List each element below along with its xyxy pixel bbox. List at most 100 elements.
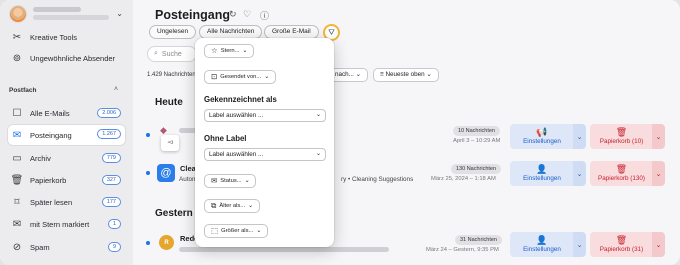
message-count: 1.429 Nachrichten xyxy=(147,72,196,78)
filter-aelter-als[interactable]: ⧉ Älter als... ⌄ xyxy=(204,199,260,213)
reply-icon[interactable]: ◅ xyxy=(161,135,179,151)
trash-icon: 🗑 xyxy=(615,164,628,174)
app-window: ⌄ ✂ Kreative Tools ⊚ Ungewöhnliche Absen… xyxy=(0,0,680,265)
settings-menu-chevron[interactable]: ⌄ xyxy=(573,232,586,257)
sidebar-item-label: Posteingang xyxy=(30,130,72,140)
chip-grosse-email[interactable]: Große E-Mail xyxy=(264,25,319,39)
sidebar-item-label: mit Stern markiert xyxy=(30,220,90,229)
page-title: Posteingang xyxy=(155,8,231,22)
sender-avatar: R xyxy=(159,235,174,250)
filter-status-label: Status... xyxy=(220,178,242,184)
search-placeholder: Suche xyxy=(161,50,182,58)
chip-alle-nachrichten[interactable]: Alle Nachrichten xyxy=(199,25,263,39)
select-ohne-label[interactable]: Label auswählen ... ⌄ xyxy=(204,148,326,161)
sidebar-item-label: Archiv xyxy=(30,154,51,163)
sidebar-item-spam[interactable]: ⊘ Spam 9 xyxy=(8,238,125,257)
sidebar-item-label: Papierkorb xyxy=(30,176,67,185)
sidebar-item-label: Später lesen xyxy=(30,198,73,207)
sender-icon: ⊚ xyxy=(12,53,22,64)
search-icon: ⌕ xyxy=(154,50,158,57)
thread-count-badge: 130 Nachrichten xyxy=(451,164,502,174)
sidebar: ⌄ ✂ Kreative Tools ⊚ Ungewöhnliche Absen… xyxy=(0,0,133,265)
refresh-icon[interactable]: ↻ xyxy=(229,9,237,20)
filter-gesendet-von[interactable]: ⊡ Gesendet von... ⌄ xyxy=(204,70,277,84)
trash-button-label: Papierkorb (10) xyxy=(599,138,644,145)
archive-icon: ▭ xyxy=(12,153,22,164)
sidebar-item-papierkorb[interactable]: 🗑 Papierkorb 327 xyxy=(8,171,125,190)
sidebar-item-ungewoehnliche[interactable]: ⊚ Ungewöhnliche Absender xyxy=(8,49,125,68)
filter-groesser-label: Größer als... xyxy=(221,228,254,234)
sidebar-item-posteingang[interactable]: ✉ Posteingang 1.267 xyxy=(8,125,125,145)
chip-ungelesen[interactable]: Ungelesen xyxy=(149,25,197,39)
trash-menu-chevron[interactable]: ⌄ xyxy=(652,232,665,257)
select-gekennzeichnet[interactable]: Label auswählen ... ⌄ xyxy=(204,109,326,122)
account-name-redacted xyxy=(33,7,81,12)
select-value: Label auswählen ... xyxy=(209,112,264,119)
heart-icon[interactable]: ♡ xyxy=(243,9,251,20)
label-ohne-label: Ohne Label xyxy=(204,134,247,143)
trash-icon: 🗑 xyxy=(615,127,628,137)
section-header-postfach: Postfach xyxy=(9,87,37,94)
chevron-down-icon: ⌄ xyxy=(256,228,262,234)
chevron-down-icon: ⌄ xyxy=(244,178,250,184)
chevron-down-icon: ⌄ xyxy=(315,151,321,157)
help-icon[interactable]: ⓘ xyxy=(260,9,269,22)
count-badge: 327 xyxy=(101,175,121,185)
sidebar-item-alle-emails[interactable]: ☐ Alle E-Mails 2.006 xyxy=(8,104,125,123)
person-icon: 👤 xyxy=(536,164,548,174)
filter-status[interactable]: ✉ Status... ⌄ xyxy=(204,174,257,188)
sidebar-item-kreative-tools[interactable]: ✂ Kreative Tools xyxy=(8,28,125,47)
settings-button-label: Einstellungen xyxy=(523,138,561,145)
trash-menu-chevron[interactable]: ⌄ xyxy=(652,161,665,186)
inbox-icon: ✉ xyxy=(12,129,22,141)
trash-menu-chevron[interactable]: ⌄ xyxy=(652,124,665,149)
settings-button[interactable]: 👤 Einstellungen xyxy=(510,161,574,186)
sidebar-item-stern[interactable]: ✉ mit Stern markiert 1 xyxy=(8,215,125,234)
settings-button-label: Einstellungen xyxy=(523,175,561,182)
count-badge: 2.006 xyxy=(97,108,121,118)
unread-dot xyxy=(146,171,150,175)
select-value: Label auswählen ... xyxy=(209,151,264,158)
megaphone-icon: 📢 xyxy=(536,127,548,137)
sidebar-item-archiv[interactable]: ▭ Archiv 779 xyxy=(8,149,125,168)
thread-date: April 3 – 10:29 AM xyxy=(453,138,501,144)
thread-count-badge: 10 Nachrichten xyxy=(453,126,500,136)
trash-icon: 🗑 xyxy=(10,175,24,186)
chevron-down-icon: ⌄ xyxy=(242,48,248,54)
group-heading-yesterday: Gestern xyxy=(155,208,193,219)
chevron-down-icon: ⌄ xyxy=(315,112,321,118)
count-badge: 779 xyxy=(101,153,121,163)
sender-icon: ⊡ xyxy=(211,72,218,81)
snippet-end: ry • Cleaning Suggestions xyxy=(341,176,414,183)
trash-button-label: Papierkorb (130) xyxy=(598,175,645,182)
trash-button[interactable]: 🗑 Papierkorb (10) xyxy=(590,124,653,149)
sidebar-item-spaeter-lesen[interactable]: ⌑ Später lesen 177 xyxy=(8,193,125,212)
filter-icon: ⛛ xyxy=(328,27,335,37)
search-input[interactable]: ⌕ Suche xyxy=(147,46,197,62)
chevron-up-icon[interactable]: ˄ xyxy=(114,86,118,93)
unread-dot xyxy=(146,133,150,137)
thread-date: März 25, 2024 – 1:18 AM xyxy=(431,176,496,182)
chevron-down-icon: ⌄ xyxy=(116,9,123,18)
settings-menu-chevron[interactable]: ⌄ xyxy=(573,124,586,149)
snippet-redacted xyxy=(179,247,389,252)
filter-stern[interactable]: ☆ Stern... ⌄ xyxy=(204,44,255,58)
trash-button[interactable]: 🗑 Papierkorb (130) xyxy=(590,161,653,186)
account-switcher[interactable]: ⌄ xyxy=(9,4,125,24)
thread-count-badge: 31 Nachrichten xyxy=(455,235,502,245)
chevron-down-icon: ⌄ xyxy=(248,203,253,209)
settings-menu-chevron[interactable]: ⌄ xyxy=(573,161,586,186)
settings-button-label: Einstellungen xyxy=(523,246,561,253)
size-icon: ⬚ xyxy=(211,226,219,235)
settings-button[interactable]: 👤 Einstellungen xyxy=(510,232,574,257)
trash-button[interactable]: 🗑 Papierkorb (31) xyxy=(590,232,653,257)
count-badge: 1.267 xyxy=(97,129,121,139)
filter-groesser-als[interactable]: ⬚ Größer als... ⌄ xyxy=(204,224,269,238)
sidebar-item-label: Ungewöhnliche Absender xyxy=(30,54,116,63)
sidebar-item-label: Alle E-Mails xyxy=(30,109,70,118)
avatar xyxy=(9,5,27,23)
settings-button[interactable]: 📢 Einstellungen xyxy=(510,124,574,149)
starred-mail-icon: ✉ xyxy=(12,219,22,230)
sort-dropdown[interactable]: ≡ Neueste oben ⌄ xyxy=(373,68,439,82)
bookmark-icon: ⌑ xyxy=(14,197,20,208)
